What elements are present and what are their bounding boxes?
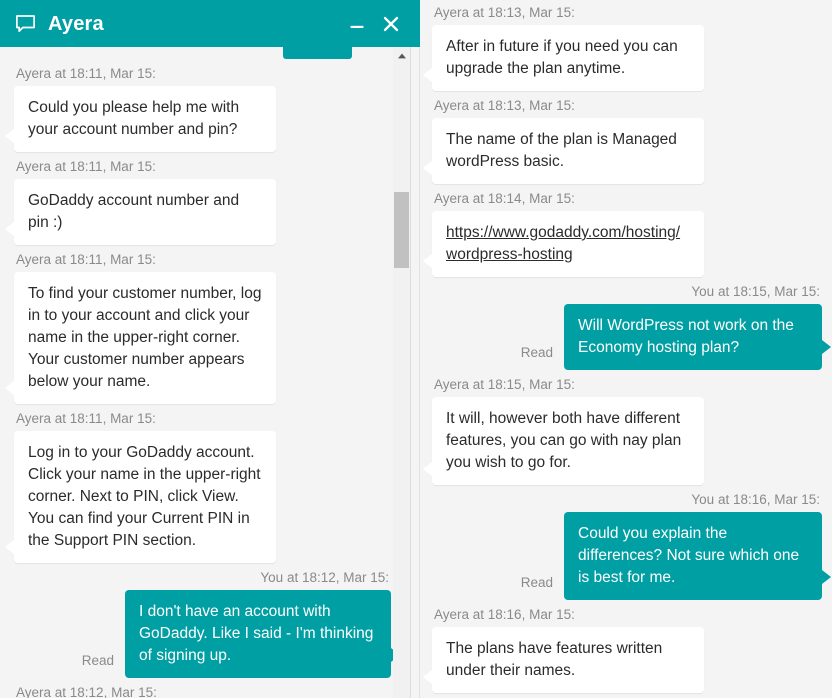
message-bubble-outgoing[interactable]: Could you explain the differences? Not s… — [564, 512, 831, 600]
message-meta: Ayera at 18:11, Mar 15: — [16, 252, 156, 267]
message-meta: Ayera at 18:13, Mar 15: — [434, 98, 575, 113]
message-item: Ayera at 18:11, Mar 15: Could you please… — [5, 61, 391, 152]
message-row: Read Will WordPress not work on the Econ… — [432, 304, 831, 370]
message-meta: Ayera at 18:13, Mar 15: — [434, 5, 575, 20]
minimize-button[interactable] — [340, 7, 374, 41]
read-status-badge: Read — [81, 653, 114, 668]
hosting-link[interactable]: https://www.godaddy.com/hosting/wordpres… — [446, 224, 680, 263]
message-meta: Ayera at 18:16, Mar 15: — [434, 607, 575, 622]
message-item: You at 18:15, Mar 15: Read Will WordPres… — [432, 279, 831, 370]
message-list-left: Ayera at 18:11, Mar 15: Could you please… — [0, 47, 399, 698]
window-title: Ayera — [48, 12, 104, 35]
message-meta: Ayera at 18:14, Mar 15: — [434, 191, 575, 206]
message-bubble-incoming[interactable]: Could you please help me with your accou… — [5, 86, 276, 152]
message-meta: Ayera at 18:11, Mar 15: — [16, 159, 156, 174]
pane-divider-secondary — [419, 0, 420, 698]
message-list-scrollbar[interactable] — [393, 47, 410, 698]
message-row: Read Could you explain the differences? … — [432, 512, 831, 600]
pane-divider — [410, 0, 411, 698]
message-bubble-incoming[interactable]: Log in to your GoDaddy account. Click yo… — [5, 431, 276, 563]
chat-application: Ayera Ayera at 18:11, Mar 15: Could you … — [0, 0, 832, 698]
message-bubble-incoming-link[interactable]: https://www.godaddy.com/hosting/wordpres… — [423, 211, 704, 277]
message-row: The name of the plan is Managed wordPres… — [423, 118, 822, 184]
message-meta: Ayera at 18:11, Mar 15: — [16, 411, 156, 426]
message-meta: Ayera at 18:12, Mar 15: — [16, 685, 157, 698]
message-bubble-outgoing[interactable]: Will WordPress not work on the Economy h… — [564, 304, 831, 370]
message-item: Ayera at 18:15, Mar 15: It will, however… — [423, 372, 822, 485]
message-item: You at 18:16, Mar 15: Read Could you exp… — [432, 487, 831, 600]
message-bubble-incoming[interactable]: After in future if you need you can upgr… — [423, 25, 704, 91]
message-bubble-incoming[interactable]: To find your customer number, log in to … — [5, 272, 276, 404]
message-item: Ayera at 18:11, Mar 15: To find your cus… — [5, 247, 391, 404]
message-item: Ayera at 18:11, Mar 15: Log in to your G… — [5, 406, 391, 563]
chat-window-left: Ayera Ayera at 18:11, Mar 15: Could you … — [0, 0, 420, 698]
scroll-up-arrow-icon[interactable] — [393, 47, 410, 64]
partial-outgoing-bubble-above-scroll — [283, 47, 352, 59]
window-titlebar: Ayera — [0, 0, 420, 47]
message-item: Ayera at 18:12, Mar 15: So, the best pla… — [14, 680, 391, 698]
message-meta: You at 18:15, Mar 15: — [691, 284, 820, 299]
message-bubble-incoming[interactable]: GoDaddy account number and pin :) — [5, 179, 276, 245]
message-item: Ayera at 18:16, Mar 15: The plans have f… — [423, 602, 822, 693]
message-row: Log in to your GoDaddy account. Click yo… — [5, 431, 391, 563]
message-meta: Ayera at 18:11, Mar 15: — [16, 66, 156, 81]
message-bubble-incoming[interactable]: It will, however both have different fea… — [423, 397, 704, 485]
message-item: Ayera at 18:13, Mar 15: The name of the … — [423, 93, 822, 184]
read-status-badge: Read — [520, 575, 553, 590]
message-row: GoDaddy account number and pin :) — [5, 179, 391, 245]
message-bubble-incoming[interactable]: The plans have features written under th… — [423, 627, 704, 693]
message-item: Ayera at 18:14, Mar 15: https://www.goda… — [423, 186, 822, 277]
message-row: https://www.godaddy.com/hosting/wordpres… — [423, 211, 822, 277]
message-bubble-incoming[interactable]: The name of the plan is Managed wordPres… — [423, 118, 704, 184]
message-list-right: Ayera at 18:13, Mar 15: After in future … — [423, 0, 831, 698]
message-row: It will, however both have different fea… — [423, 397, 822, 485]
message-row: To find your customer number, log in to … — [5, 272, 391, 404]
message-meta: You at 18:16, Mar 15: — [691, 492, 820, 507]
message-row: Could you please help me with your accou… — [5, 86, 391, 152]
message-item: Ayera at 18:11, Mar 15: GoDaddy account … — [5, 154, 391, 245]
read-status-badge: Read — [520, 345, 553, 360]
scrollbar-thumb[interactable] — [394, 192, 409, 268]
chat-bubble-icon — [14, 12, 37, 35]
message-meta: You at 18:12, Mar 15: — [260, 570, 389, 585]
message-meta: Ayera at 18:15, Mar 15: — [434, 377, 575, 392]
message-row: After in future if you need you can upgr… — [423, 25, 822, 91]
message-item: You at 18:12, Mar 15: Read I don't have … — [14, 565, 399, 678]
chat-window-right: Ayera at 18:13, Mar 15: After in future … — [420, 0, 832, 698]
close-button[interactable] — [374, 7, 408, 41]
message-item: Ayera at 18:13, Mar 15: After in future … — [423, 0, 822, 91]
message-bubble-outgoing[interactable]: I don't have an account with GoDaddy. Li… — [125, 590, 399, 678]
message-row: Read I don't have an account with GoDadd… — [14, 590, 399, 678]
message-row: The plans have features written under th… — [423, 627, 822, 693]
